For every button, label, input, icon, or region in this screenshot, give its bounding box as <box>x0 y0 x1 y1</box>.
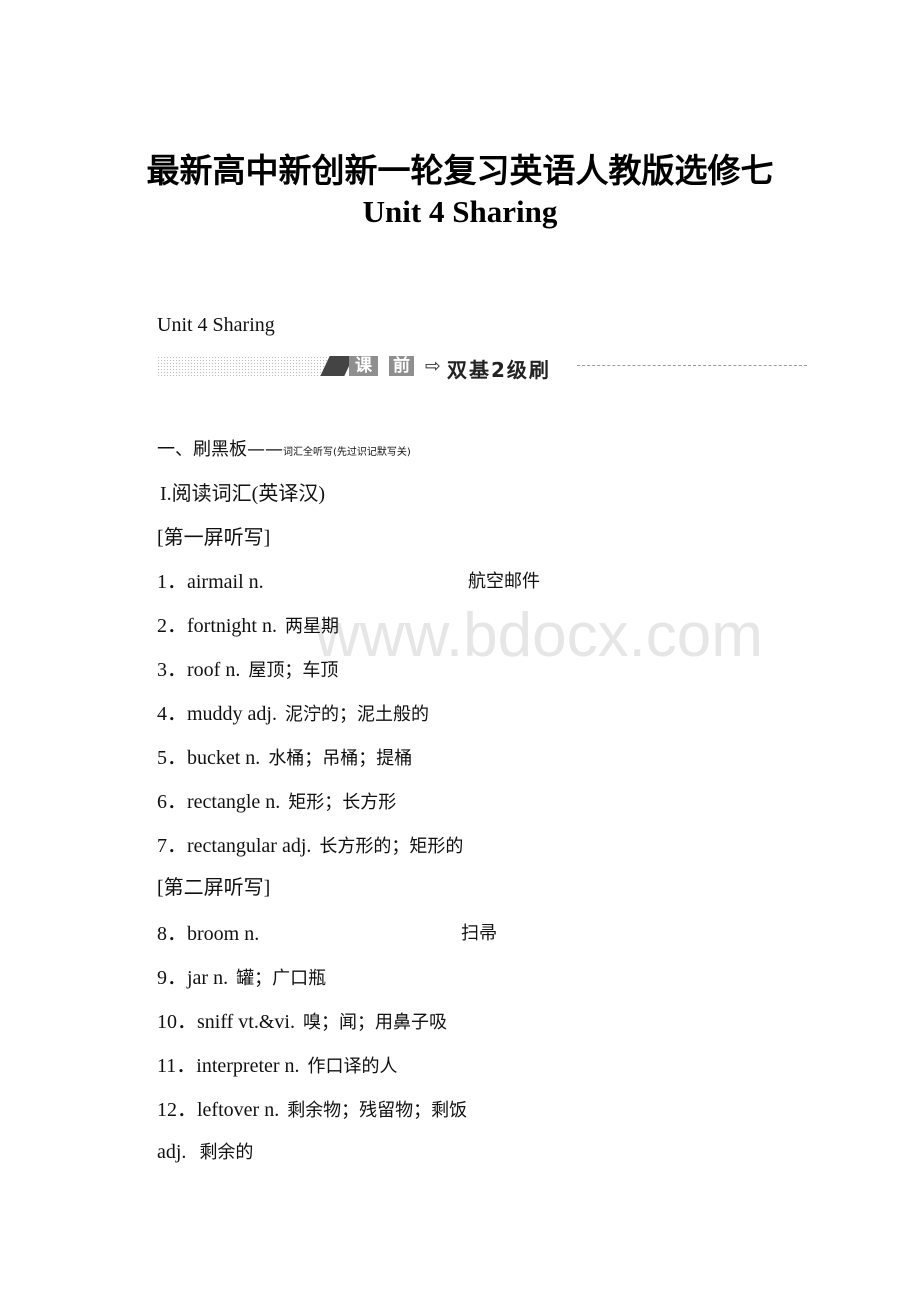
item-number: 11． <box>157 1055 197 1077</box>
watermark: www.bdocx.com <box>315 601 763 670</box>
item-word: airmail n. <box>187 571 264 593</box>
banner-dashed-line <box>577 365 807 366</box>
item-meaning: 扫帚 <box>461 923 497 944</box>
vocabulary-item: 1．airmail n. 航空邮件 <box>157 570 540 594</box>
screen1-label: [第一屏听写] <box>157 527 271 549</box>
item-number: 3． <box>157 659 187 681</box>
vocabulary-item: 7．rectangular adj. 长方形的；矩形的 <box>157 834 463 859</box>
vocabulary-item: 10．sniff vt.&vi. 嗅；闻；用鼻子吸 <box>157 1010 447 1035</box>
section-banner: 课 前 ⇨ 双基2级刷 <box>157 352 807 382</box>
banner-tag-1: 课 <box>349 356 378 376</box>
item-word: leftover n. <box>197 1099 280 1121</box>
item-word: fortnight n. <box>187 615 277 637</box>
item-meaning: 水桶；吊桶；提桶 <box>268 748 413 769</box>
item-meaning: 嗅；闻；用鼻子吸 <box>302 1012 447 1033</box>
banner-tag-2: 前 <box>389 356 414 376</box>
item-meaning: 两星期 <box>285 616 339 637</box>
section-heading-main: 一、刷黑板—— <box>157 439 283 460</box>
item-meaning: 泥泞的；泥土般的 <box>285 704 429 725</box>
item-meaning: 矩形；长方形 <box>288 792 397 813</box>
section-heading: 一、刷黑板——词汇全听写(先过识记默写关) <box>157 437 411 465</box>
vocabulary-item: 9．jar n. 罐；广口瓶 <box>157 966 326 991</box>
vocabulary-item: 3．roof n. 屋顶；车顶 <box>157 658 338 683</box>
item-number: 5． <box>157 747 187 769</box>
unit-heading: Unit 4 Sharing <box>157 314 275 336</box>
vocabulary-item: 11．interpreter n. 作口译的人 <box>157 1054 398 1079</box>
item-word: rectangular adj. <box>187 835 312 857</box>
screen2-label: [第二屏听写] <box>157 877 271 899</box>
item-word: roof n. <box>187 659 241 681</box>
item-word: rectangle n. <box>187 791 281 813</box>
vocabulary-item: 2．fortnight n. 两星期 <box>157 614 339 639</box>
item-number: 7． <box>157 835 187 857</box>
item-number: 4． <box>157 703 187 725</box>
item-number: 2． <box>157 615 187 637</box>
item-meaning: 长方形的；矩形的 <box>319 836 464 857</box>
item-number: 8． <box>157 923 187 945</box>
vocabulary-item: 12．leftover n. 剩余物；残留物；剩饭 <box>157 1098 467 1123</box>
continuation-line: adj. 剩余的 <box>157 1140 253 1165</box>
item-word: muddy adj. <box>187 703 277 725</box>
item-meaning: 剩余物；残留物；剩饭 <box>287 1100 468 1121</box>
item-word: interpreter n. <box>196 1055 300 1077</box>
item-word: jar n. <box>187 967 229 989</box>
item-number: 6． <box>157 791 187 813</box>
item-meaning: 航空邮件 <box>468 571 540 592</box>
item-number: 1． <box>157 571 187 593</box>
item-number: 12． <box>157 1099 197 1121</box>
vocabulary-item: 8．broom n. 扫帚 <box>157 922 497 946</box>
document-title: 最新高中新创新一轮复习英语人教版选修七 <box>146 151 774 190</box>
section-heading-note: 词汇全听写(先过识记默写关) <box>283 447 411 458</box>
item-word: broom n. <box>187 923 260 945</box>
continuation-meaning: 剩余的 <box>199 1142 254 1163</box>
item-number: 10． <box>157 1011 197 1033</box>
item-word: sniff vt.&vi. <box>197 1011 295 1033</box>
vocabulary-item: 6．rectangle n. 矩形；长方形 <box>157 790 396 815</box>
part-heading: I.阅读词汇(英译汉) <box>160 483 325 505</box>
item-meaning: 作口译的人 <box>307 1056 398 1077</box>
banner-subtitle: 双基2级刷 <box>447 358 551 382</box>
item-word: bucket n. <box>187 747 261 769</box>
vocabulary-item: 5．bucket n. 水桶；吊桶；提桶 <box>157 746 412 771</box>
item-number: 9． <box>157 967 187 989</box>
continuation-word: adj. <box>157 1141 187 1163</box>
vocabulary-item: 4．muddy adj. 泥泞的；泥土般的 <box>157 702 429 727</box>
item-meaning: 罐；广口瓶 <box>236 968 327 989</box>
item-meaning: 屋顶；车顶 <box>248 660 339 681</box>
document-subtitle: Unit 4 Sharing <box>362 194 558 229</box>
banner-dot-pattern <box>157 356 327 376</box>
arrow-right-icon: ⇨ <box>425 355 441 377</box>
